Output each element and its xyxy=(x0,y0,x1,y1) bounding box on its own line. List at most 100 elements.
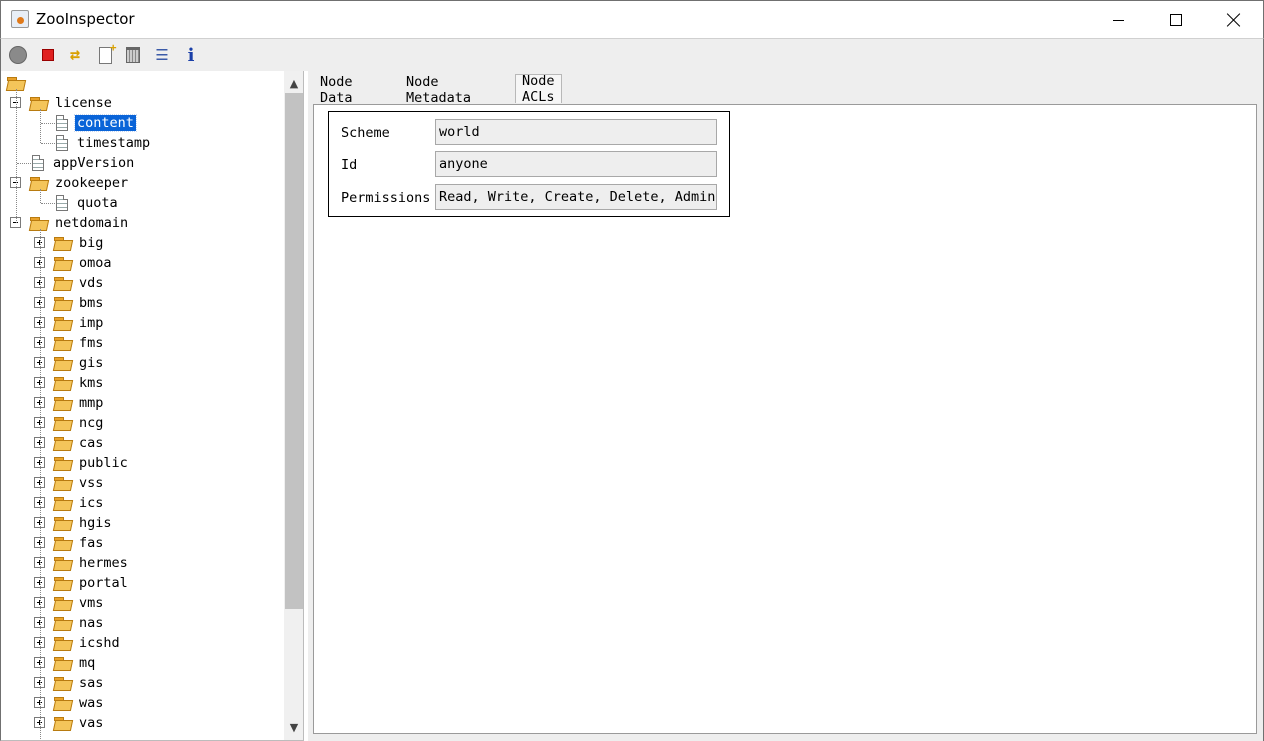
folder-icon xyxy=(54,256,72,270)
tab-node-metadata[interactable]: Node Metadata xyxy=(400,74,477,106)
connect-button[interactable] xyxy=(8,45,28,65)
folder-icon xyxy=(7,76,25,90)
tree-node-label: content xyxy=(74,114,137,132)
tree-node-vss[interactable]: vss xyxy=(54,473,105,493)
tree-node-label: quota xyxy=(77,195,118,211)
tab-node-data[interactable]: Node Data xyxy=(314,74,359,106)
folder-icon xyxy=(54,276,72,290)
refresh-icon: ⇄ xyxy=(69,45,81,65)
permissions-field[interactable]: Read, Write, Create, Delete, Admin xyxy=(435,184,717,210)
tree-node-label: was xyxy=(79,695,104,711)
refresh-button[interactable]: ⇄ xyxy=(65,45,85,65)
tree-node-label: vas xyxy=(79,715,104,731)
scheme-field[interactable]: world xyxy=(435,119,717,145)
tree-node-bms[interactable]: bms xyxy=(54,293,105,313)
java-app-icon xyxy=(11,10,29,28)
toolbar: ⇄ ☰ i xyxy=(0,38,1264,71)
tree-node-label: ncg xyxy=(79,415,104,431)
tree-scrollbar[interactable]: ▲ ▼ xyxy=(284,71,303,740)
minimize-button[interactable] xyxy=(1089,1,1147,39)
tree-node-portal[interactable]: portal xyxy=(54,573,130,593)
folder-icon xyxy=(54,296,72,310)
tree-node-vas[interactable]: vas xyxy=(54,713,105,733)
tree-node-appversion[interactable]: appVersion xyxy=(32,153,136,173)
tree-node-big[interactable]: big xyxy=(54,233,105,253)
tree-node-sas[interactable]: sas xyxy=(54,673,105,693)
tree-node-license[interactable]: license xyxy=(30,93,114,113)
tree-node-vds[interactable]: vds xyxy=(54,273,105,293)
add-node-button[interactable] xyxy=(95,41,117,65)
maximize-button[interactable] xyxy=(1147,1,1205,39)
tree-node-public[interactable]: public xyxy=(54,453,130,473)
tree-node-gis[interactable]: gis xyxy=(54,353,105,373)
scheme-label: Scheme xyxy=(341,125,390,141)
tree-node-imp[interactable]: imp xyxy=(54,313,105,333)
folder-icon xyxy=(54,496,72,510)
folder-icon xyxy=(30,96,48,110)
tree-node-label: portal xyxy=(79,575,128,591)
trash-icon xyxy=(126,47,140,63)
scroll-thumb[interactable] xyxy=(285,93,303,609)
tree-node-fms[interactable]: fms xyxy=(54,333,105,353)
tree-node-quota[interactable]: quota xyxy=(56,193,120,213)
tree-node-hermes[interactable]: hermes xyxy=(54,553,130,573)
file-icon xyxy=(56,115,68,131)
tree-node-label: vss xyxy=(79,475,104,491)
tree-node-label: vds xyxy=(79,275,104,291)
tree-connector xyxy=(40,189,41,203)
tree-node-mmp[interactable]: mmp xyxy=(54,393,105,413)
tree-node-cas[interactable]: cas xyxy=(54,433,105,453)
tree-node-hgis[interactable]: hgis xyxy=(54,513,114,533)
id-field[interactable]: anyone xyxy=(435,151,717,177)
tree-node-icshd[interactable]: icshd xyxy=(54,633,122,653)
delete-node-button[interactable] xyxy=(123,45,143,65)
tree-node-label: kms xyxy=(79,375,104,391)
folder-icon xyxy=(54,576,72,590)
about-button[interactable]: i xyxy=(181,45,201,66)
tree-node-zookeeper[interactable]: zookeeper xyxy=(30,173,130,193)
tree-node-ics[interactable]: ics xyxy=(54,493,105,513)
node-viewers-button[interactable]: ☰ xyxy=(152,45,172,65)
tree-root[interactable] xyxy=(7,73,30,93)
tree-node-timestamp[interactable]: timestamp xyxy=(56,133,152,153)
tree-node-label: omoa xyxy=(79,255,112,271)
folder-icon xyxy=(54,696,72,710)
folder-icon xyxy=(54,236,72,250)
tree-node-ncg[interactable]: ncg xyxy=(54,413,105,433)
folder-icon xyxy=(54,596,72,610)
id-label: Id xyxy=(341,157,358,173)
tab-node-acls[interactable]: Node ACLs xyxy=(515,73,562,105)
title-bar: ZooInspector xyxy=(0,0,1264,38)
tree-node-vms[interactable]: vms xyxy=(54,593,105,613)
maximize-icon xyxy=(1170,14,1182,26)
tree-connector xyxy=(41,123,55,124)
tree-connector xyxy=(16,89,17,223)
close-button[interactable] xyxy=(1205,1,1263,39)
tree-node-netdomain[interactable]: netdomain xyxy=(30,213,130,233)
folder-icon xyxy=(54,396,72,410)
disconnect-icon xyxy=(42,49,54,61)
window-title: ZooInspector xyxy=(36,10,135,28)
tree-node-label: timestamp xyxy=(77,135,151,151)
tree-node-fas[interactable]: fas xyxy=(54,533,105,553)
disconnect-button[interactable] xyxy=(38,45,58,65)
folder-icon xyxy=(54,536,72,550)
tree-node-label: vms xyxy=(79,595,104,611)
tree-node-nas[interactable]: nas xyxy=(54,613,105,633)
tree-node-mq[interactable]: mq xyxy=(54,653,97,673)
scroll-up-arrow-icon[interactable]: ▲ xyxy=(284,73,303,93)
tree-node-was[interactable]: was xyxy=(54,693,105,713)
node-tree[interactable]: license content timestamp appVersion zookeep… xyxy=(0,71,304,741)
folder-icon xyxy=(54,516,72,530)
folder-icon xyxy=(54,676,72,690)
tree-node-label: license xyxy=(55,95,112,111)
tree-node-label: gis xyxy=(79,355,104,371)
file-icon xyxy=(56,135,68,151)
tree-node-kms[interactable]: kms xyxy=(54,373,105,393)
folder-icon xyxy=(54,656,72,670)
file-icon xyxy=(32,155,44,171)
tree-node-label: bms xyxy=(79,295,104,311)
tree-node-content[interactable]: content xyxy=(56,113,137,133)
scroll-down-arrow-icon[interactable]: ▼ xyxy=(284,717,303,737)
tree-node-omoa[interactable]: omoa xyxy=(54,253,114,273)
